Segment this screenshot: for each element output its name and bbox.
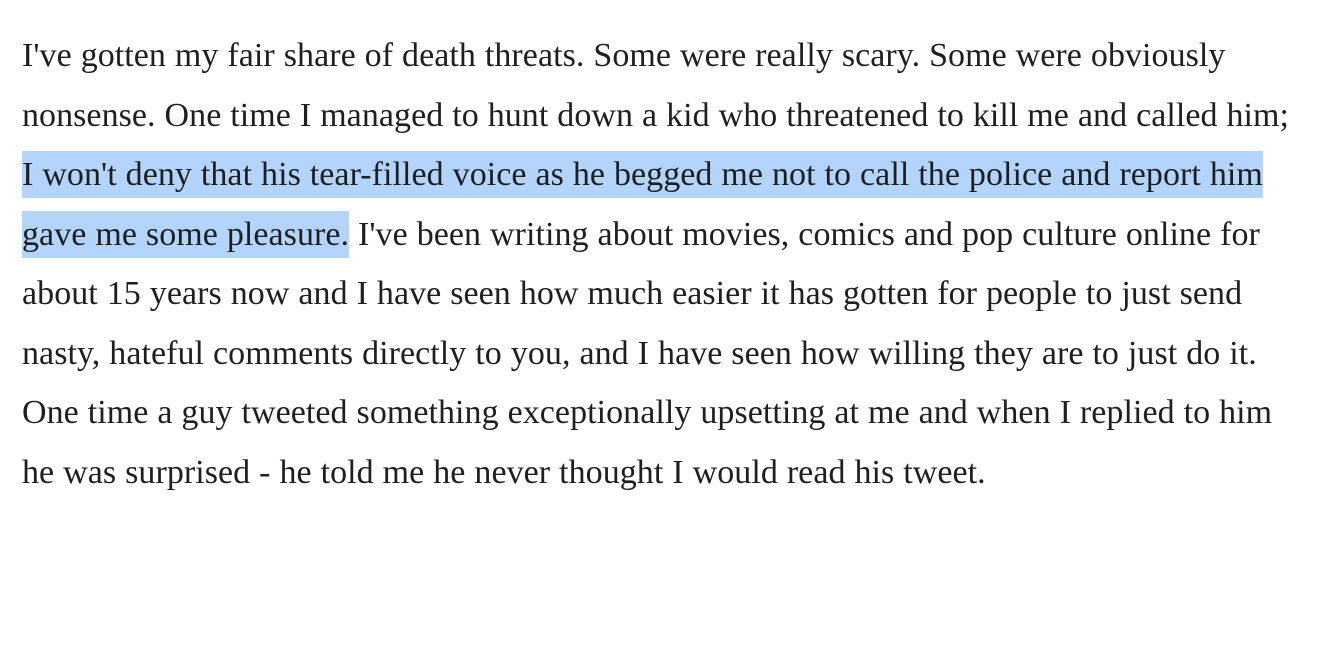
text-before-selection[interactable]: I've gotten my fair share of death threa… [22,37,1289,134]
article-page: I've gotten my fair share of death threa… [0,0,1326,646]
article-paragraph[interactable]: I've gotten my fair share of death threa… [22,26,1306,502]
